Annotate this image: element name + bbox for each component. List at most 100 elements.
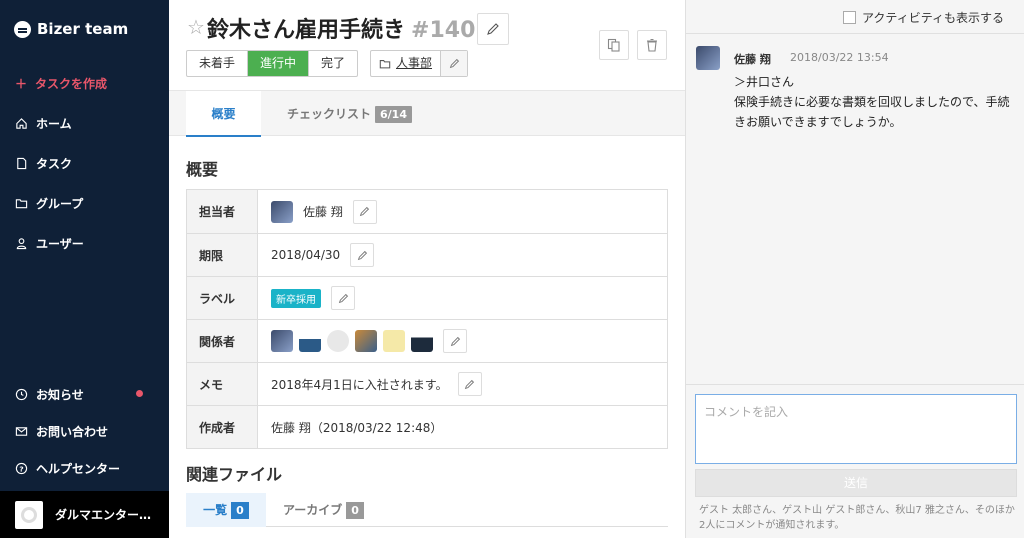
label-label: ラベル xyxy=(187,277,258,319)
sidebar-item-users[interactable]: ユーザー xyxy=(15,235,84,252)
sidebar-item-label: お知らせ xyxy=(36,388,84,402)
assignee-label: 担当者 xyxy=(187,190,258,233)
comments-panel: アクティビティも表示する 佐藤 翔 2018/03/22 13:54 ＞井口さん… xyxy=(685,0,1024,538)
member-avatar[interactable] xyxy=(355,330,377,352)
due-date: 2018/04/30 xyxy=(271,248,341,262)
table-row: 作成者 佐藤 翔（2018/03/22 12:48） xyxy=(187,405,667,448)
file-list-count: 0 xyxy=(231,502,249,519)
tab-overview[interactable]: 概要 xyxy=(186,91,261,137)
activity-checkbox[interactable] xyxy=(843,11,857,24)
memo-label: メモ xyxy=(187,363,258,405)
clock-icon xyxy=(15,388,28,401)
brand-logo[interactable]: Bizer team xyxy=(14,20,128,38)
table-row: 期限 2018/04/30 xyxy=(187,233,667,276)
sidebar: Bizer team ＋ タスクを作成 ホーム タスク グループ ユーザー お知… xyxy=(0,0,169,538)
svg-text:?: ? xyxy=(19,464,23,473)
pencil-icon xyxy=(450,336,460,346)
mail-icon xyxy=(15,427,28,436)
edit-label-button[interactable] xyxy=(331,286,355,310)
send-button[interactable]: 送信 xyxy=(695,469,1017,497)
trash-icon xyxy=(647,38,657,52)
member-avatar[interactable] xyxy=(383,330,405,352)
document-icon xyxy=(17,157,27,170)
edit-members-button[interactable] xyxy=(443,329,467,353)
star-icon[interactable]: ☆ xyxy=(187,15,205,39)
task-tabs: 概要 チェックリスト 6/14 xyxy=(169,90,685,137)
comment-avatar xyxy=(696,46,720,70)
pencil-icon xyxy=(449,58,459,69)
account-name: ダルマエンター… xyxy=(55,508,152,522)
creator-text: 佐藤 翔（2018/03/22 12:48） xyxy=(271,420,443,435)
activity-label: アクティビティも表示する xyxy=(862,11,1004,25)
folder-icon xyxy=(15,199,28,209)
sidebar-item-label: ヘルプセンター xyxy=(36,462,121,476)
bizer-logo-icon xyxy=(14,20,31,38)
file-archive-count: 0 xyxy=(346,502,364,519)
edit-title-button[interactable] xyxy=(477,13,509,45)
sidebar-item-label: ホーム xyxy=(36,117,72,131)
comment-body: ＞井口さん 保険手続きに必要な書類を回収しましたので、手続きお願いできますでしょ… xyxy=(734,72,1014,132)
brand-name: Bizer team xyxy=(37,20,129,38)
member-avatar[interactable] xyxy=(299,330,321,352)
member-avatar[interactable] xyxy=(327,330,349,352)
edit-group-button[interactable] xyxy=(440,51,468,76)
checklist-count-badge: 6/14 xyxy=(375,106,412,123)
edit-due-button[interactable] xyxy=(350,243,375,267)
notify-notice: ゲスト 太郎さん、ゲスト山 ゲスト郎さん、秋山7 雅之さん、そのほか2人にコメン… xyxy=(699,505,1015,531)
due-label: 期限 xyxy=(187,234,258,276)
status-selector: 未着手 進行中 完了 xyxy=(186,50,359,77)
assignee-name: 佐藤 翔 xyxy=(303,205,343,219)
daruma-icon xyxy=(21,506,37,523)
status-not-started[interactable]: 未着手 xyxy=(187,51,247,76)
pencil-icon xyxy=(357,250,367,260)
create-task-button[interactable]: ＋ タスクを作成 xyxy=(15,75,107,92)
account-menu[interactable]: ダルマエンター… xyxy=(0,491,169,538)
group-selector: 人事部 xyxy=(370,50,469,77)
task-detail: ☆ 鈴木さん雇用手続き #140 未着手 進行中 完了 人事部 概要 チェックリス… xyxy=(169,0,685,538)
show-activity-toggle[interactable]: アクティビティも表示する xyxy=(843,9,1004,26)
plus-icon: ＋ xyxy=(15,77,28,91)
tab-checklist-label: チェックリスト xyxy=(287,107,372,121)
sidebar-item-notifications[interactable]: お知らせ xyxy=(15,386,84,403)
overview-table: 担当者 佐藤 翔 期限 2018/04/30 ラベル 新卒採用 関係者 メモ 2… xyxy=(186,189,668,449)
edit-memo-button[interactable] xyxy=(457,372,482,396)
pencil-icon xyxy=(360,206,370,217)
related-files-heading: 関連ファイル xyxy=(186,465,283,484)
file-tabs: 一覧 0 アーカイブ 0 xyxy=(186,493,668,527)
status-in-progress[interactable]: 進行中 xyxy=(247,51,309,76)
task-title-text: 鈴木さん雇用手続き xyxy=(207,18,406,43)
creator-label: 作成者 xyxy=(187,406,258,448)
comment-line: 保険手続きに必要な書類を回収しましたので、手続きお願いできますでしょうか。 xyxy=(734,95,1010,129)
help-icon: ? xyxy=(15,462,28,475)
user-icon xyxy=(16,238,27,250)
pencil-icon xyxy=(338,293,348,303)
member-avatar[interactable] xyxy=(271,330,293,352)
task-title: 鈴木さん雇用手続き #140 xyxy=(207,12,475,44)
tab-file-list[interactable]: 一覧 0 xyxy=(186,493,266,527)
comment-author: 佐藤 翔 xyxy=(734,53,771,66)
sidebar-item-help[interactable]: ? ヘルプセンター xyxy=(15,460,120,477)
sidebar-item-home[interactable]: ホーム xyxy=(15,115,72,132)
edit-assignee-button[interactable] xyxy=(352,199,377,224)
status-done[interactable]: 完了 xyxy=(308,51,357,76)
pencil-icon xyxy=(487,23,499,35)
related-label: 関係者 xyxy=(187,320,258,362)
memo-text: 2018年4月1日に入社されます。 xyxy=(271,377,448,392)
sidebar-item-label: ユーザー xyxy=(36,237,84,251)
delete-button[interactable] xyxy=(637,30,667,60)
tab-file-archive[interactable]: アーカイブ 0 xyxy=(283,493,364,527)
table-row: 関係者 xyxy=(187,319,667,362)
assignee-avatar xyxy=(271,200,293,223)
sidebar-item-groups[interactable]: グループ xyxy=(15,195,83,212)
group-link[interactable]: 人事部 xyxy=(371,51,440,76)
sidebar-item-contact[interactable]: お問い合わせ xyxy=(15,423,108,440)
tab-checklist[interactable]: チェックリスト 6/14 xyxy=(287,91,412,137)
table-row: 担当者 佐藤 翔 xyxy=(187,190,667,233)
comment-input[interactable]: コメントを記入 xyxy=(695,394,1017,464)
comment-time: 2018/03/22 13:54 xyxy=(790,51,889,64)
sidebar-item-tasks[interactable]: タスク xyxy=(15,155,72,172)
tab-file-list-label: 一覧 xyxy=(203,503,228,517)
copy-button[interactable] xyxy=(599,30,629,60)
member-avatar[interactable] xyxy=(411,330,433,352)
folder-icon xyxy=(379,59,391,68)
